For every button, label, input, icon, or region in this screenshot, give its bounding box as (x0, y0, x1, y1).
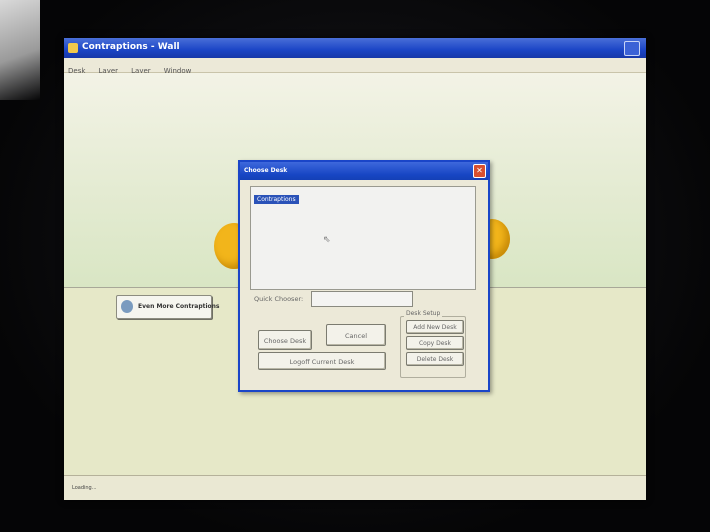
close-icon[interactable]: ✕ (473, 164, 486, 178)
quick-chooser-label: Quick Chooser: (254, 295, 304, 303)
status-text: Loading... (72, 485, 97, 491)
side-button-label: Even More Contraptions (138, 303, 220, 310)
even-more-contraptions-button[interactable]: Even More Contraptions (116, 295, 220, 319)
list-item[interactable]: Contraptions (254, 195, 299, 204)
dialog-titlebar[interactable]: Choose Desk ✕ (240, 162, 488, 180)
choose-desk-button[interactable]: Choose Desk (258, 330, 312, 350)
maximize-icon[interactable] (624, 41, 640, 56)
app-icon (68, 43, 78, 53)
copy-desk-button[interactable]: Copy Desk (406, 336, 464, 350)
logoff-current-desk-button[interactable]: Logoff Current Desk (258, 352, 386, 370)
cancel-button[interactable]: Cancel (326, 324, 386, 346)
desk-setup-label: Desk Setup (404, 310, 443, 317)
desk-list[interactable]: Contraptions ⇖ (250, 186, 476, 290)
window-titlebar[interactable]: Contraptions - Wall (64, 38, 646, 58)
delete-desk-button[interactable]: Delete Desk (406, 352, 464, 366)
dialog-title: Choose Desk (244, 167, 288, 174)
app-window: Contraptions - Wall Desk Layer Layer Win… (64, 38, 646, 500)
quick-chooser-input[interactable] (311, 291, 413, 307)
mouse-cursor-icon: ⇖ (323, 235, 331, 245)
window-title: Contraptions - Wall (82, 42, 180, 52)
menu-bar: Desk Layer Layer Window (64, 58, 646, 75)
contraption-icon (121, 300, 133, 313)
photo-glare (0, 0, 40, 100)
choose-desk-dialog: Choose Desk ✕ Contraptions ⇖ Quick Choos… (238, 160, 490, 392)
status-bar: Loading... (64, 475, 646, 500)
add-new-desk-button[interactable]: Add New Desk (406, 320, 464, 334)
